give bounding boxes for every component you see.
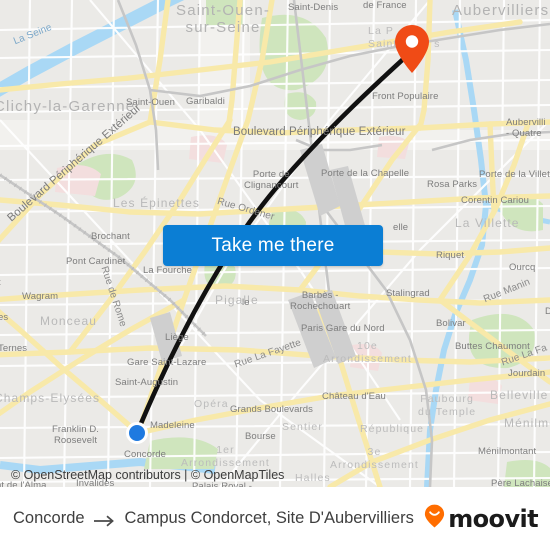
- moovit-logo[interactable]: moovit: [424, 487, 539, 550]
- origin-marker[interactable]: [126, 422, 148, 444]
- route-summary: Concorde Campus Condorcet, Site D'Auberv…: [13, 487, 414, 550]
- take-me-there-button[interactable]: Take me there: [163, 225, 383, 266]
- destination-label: Campus Condorcet, Site D'Aubervilliers: [124, 509, 414, 527]
- trip-footer: Concorde Campus Condorcet, Site D'Auberv…: [0, 487, 550, 550]
- origin-label: Concorde: [13, 509, 85, 527]
- moovit-trip-map-screen: Saint-Ouen- sur-Seine Aubervilliers Clichy…: [0, 0, 550, 550]
- destination-marker[interactable]: [393, 24, 431, 74]
- moovit-wordmark: moovit: [448, 504, 538, 533]
- map-attribution[interactable]: © OpenStreetMap contributors | © OpenMap…: [11, 468, 284, 482]
- map-canvas[interactable]: Saint-Ouen- sur-Seine Aubervilliers Clichy…: [0, 0, 550, 487]
- moovit-pin-icon: [424, 504, 445, 533]
- arrow-right-icon: [93, 513, 116, 526]
